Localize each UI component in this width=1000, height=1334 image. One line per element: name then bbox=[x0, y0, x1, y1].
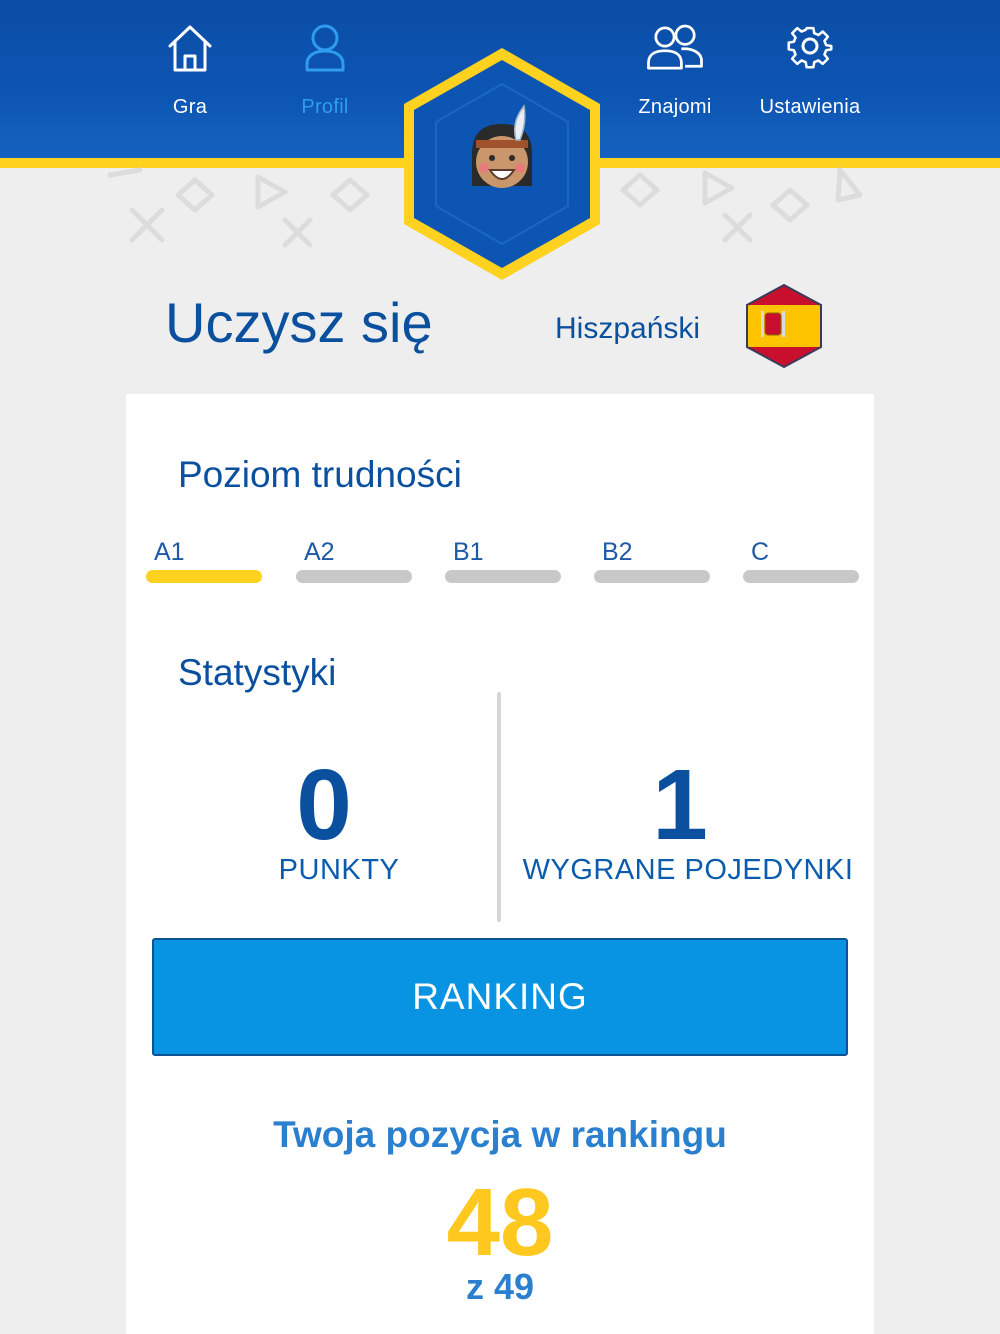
nav-item-profil[interactable]: Profil bbox=[255, 20, 395, 140]
level-b1[interactable]: B1 bbox=[445, 538, 561, 588]
level-label: C bbox=[751, 538, 770, 566]
rank-total: z 49 bbox=[465, 1266, 535, 1307]
level-b2[interactable]: B2 bbox=[594, 538, 710, 588]
stats-divider bbox=[497, 692, 501, 922]
level-label: A2 bbox=[304, 538, 335, 566]
nav-label-gra: Gra bbox=[172, 96, 208, 118]
nav-label-profil: Profil bbox=[301, 96, 349, 118]
learning-title: Uczysz się bbox=[165, 291, 433, 354]
rank-position-title: Twoja pozycja w rankingu bbox=[273, 1114, 727, 1155]
level-indicator bbox=[445, 570, 561, 583]
points-label: PUNKTY bbox=[278, 854, 400, 886]
level-label: B1 bbox=[453, 538, 484, 566]
points-value: 0 bbox=[296, 749, 352, 861]
level-indicator bbox=[296, 570, 412, 583]
gear-icon bbox=[787, 26, 833, 69]
level-label: B2 bbox=[602, 538, 633, 566]
avatar-badge bbox=[404, 48, 600, 280]
ranking-button[interactable]: RANKING bbox=[152, 938, 848, 1056]
nav-label-znajomi: Znajomi bbox=[638, 96, 712, 118]
level-indicator bbox=[146, 570, 262, 583]
level-c[interactable]: C bbox=[743, 538, 859, 588]
nav-item-znajomi[interactable]: Znajomi bbox=[605, 20, 745, 140]
language-name: Hiszpański bbox=[555, 312, 701, 345]
difficulty-title: Poziom trudności bbox=[178, 454, 462, 495]
spain-flag-icon bbox=[746, 283, 822, 369]
nav-label-ustawienia: Ustawienia bbox=[759, 96, 861, 118]
level-a1[interactable]: A1 bbox=[146, 538, 262, 588]
level-a2[interactable]: A2 bbox=[296, 538, 412, 588]
level-indicator bbox=[594, 570, 710, 583]
nav-item-gra[interactable]: Gra bbox=[120, 20, 260, 140]
home-icon bbox=[168, 25, 212, 72]
level-indicator bbox=[743, 570, 859, 583]
duels-label: WYGRANE POJEDYNKI bbox=[522, 854, 854, 886]
nav-item-ustawienia[interactable]: Ustawienia bbox=[740, 20, 880, 140]
duels-value: 1 bbox=[652, 749, 708, 861]
user-icon bbox=[305, 24, 345, 72]
level-label: A1 bbox=[154, 538, 185, 566]
friends-icon bbox=[647, 24, 703, 70]
stats-title: Statystyki bbox=[178, 652, 337, 693]
rank-position-value: 48 bbox=[446, 1169, 554, 1276]
